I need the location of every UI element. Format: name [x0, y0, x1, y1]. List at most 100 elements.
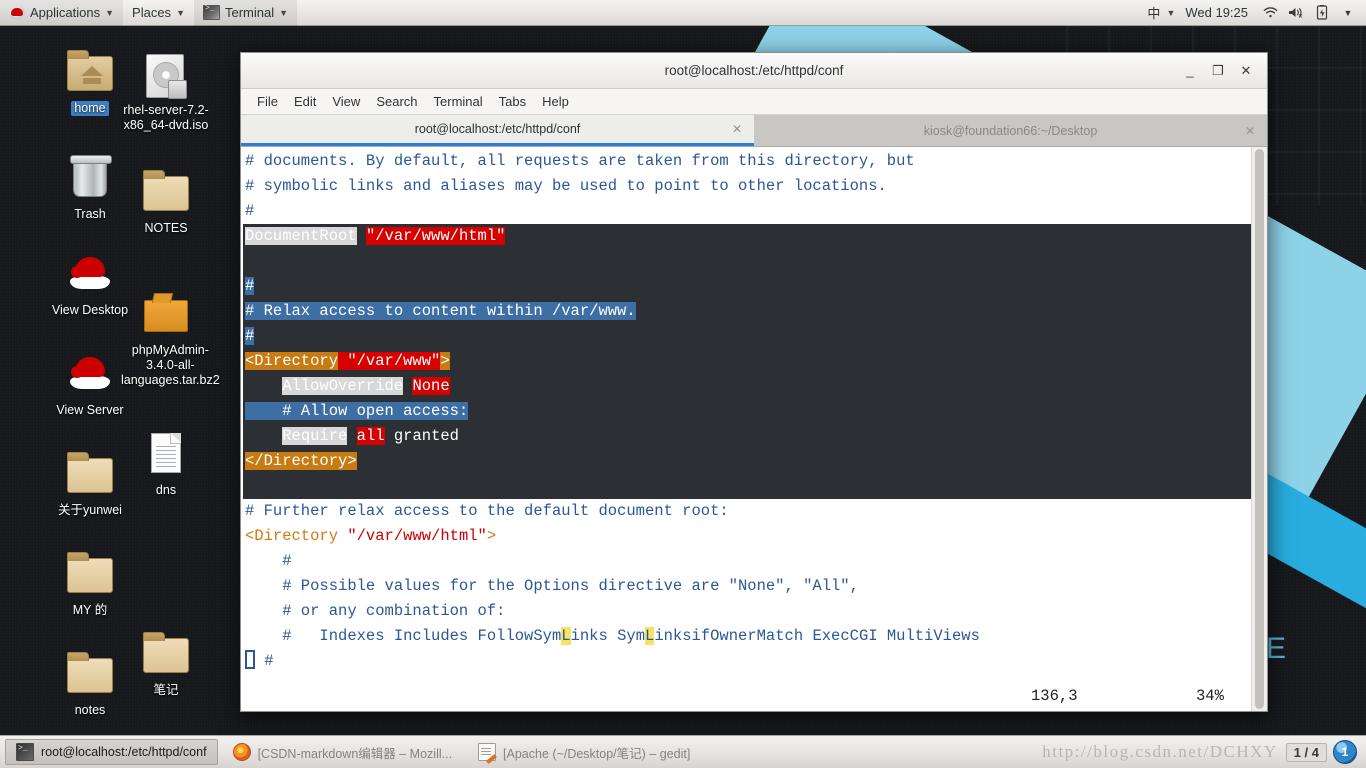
tab-root-httpd-conf[interactable]: root@localhost:/etc/httpd/conf ✕: [241, 115, 754, 146]
menu-terminal[interactable]: Terminal: [426, 89, 491, 115]
terminal-line: # Indexes Includes FollowSymLinks SymLin…: [243, 624, 1251, 649]
menu-edit[interactable]: Edit: [286, 89, 324, 115]
folder-icon: [136, 628, 196, 680]
taskbar-button-firefox[interactable]: [CSDN-markdown编辑器 – Mozill...: [222, 739, 463, 765]
applications-menu[interactable]: Applications ▼: [0, 0, 124, 26]
volume-muted-icon[interactable]: x: [1284, 0, 1308, 26]
terminal-scrollbar[interactable]: [1251, 147, 1267, 711]
menu-tabs[interactable]: Tabs: [491, 89, 534, 115]
desktop-icon-notes-folder[interactable]: NOTES: [118, 166, 214, 236]
terminal-line: #: [243, 274, 1251, 299]
chevron-down-icon: ▼: [105, 7, 115, 18]
desktop-icon-label: 笔记: [153, 683, 179, 697]
terminal-text-segment: [356, 227, 366, 245]
workspace-indicator-icon[interactable]: 1: [1333, 740, 1357, 764]
folder-icon: [60, 648, 120, 700]
watermark-text: http://blog.csdn.net/DCHXY: [1042, 742, 1278, 761]
terminal-text-segment: [245, 377, 283, 395]
chevron-down-icon: ▼: [279, 7, 289, 18]
terminal-text-segment: #: [245, 552, 292, 570]
desktop-icon-my-de[interactable]: MY 的: [42, 548, 138, 618]
text-cursor: [245, 650, 255, 669]
menu-file[interactable]: File: [249, 89, 286, 115]
minimize-button[interactable]: _: [1177, 58, 1203, 84]
terminal-text-segment: >: [440, 352, 450, 370]
input-method-indicator[interactable]: 中: [1139, 3, 1164, 22]
workspace-label[interactable]: 1 / 4: [1285, 742, 1327, 762]
terminal-text-area[interactable]: # documents. By default, all requests ar…: [241, 147, 1251, 711]
terminal-line: # Relax access to content within /var/ww…: [243, 299, 1251, 324]
places-menu[interactable]: Places ▼: [123, 0, 194, 26]
redhat-icon: [60, 348, 120, 400]
terminal-text-segment: # symbolic links and aliases may be used…: [245, 177, 887, 195]
terminal-line: AllowOverride None: [243, 374, 1251, 399]
terminal-line: # or any combination of:: [243, 599, 1251, 624]
chevron-down-icon: ▼: [176, 7, 185, 18]
tab-label: root@localhost:/etc/httpd/conf: [414, 122, 581, 136]
document-icon: [136, 428, 196, 480]
terminal-text-segment: "/var/www/html": [365, 227, 506, 245]
svg-text:x: x: [1299, 13, 1303, 19]
taskbar-button-terminal[interactable]: root@localhost:/etc/httpd/conf: [5, 739, 218, 765]
menu-view[interactable]: View: [324, 89, 368, 115]
terminal-line: # documents. By default, all requests ar…: [243, 149, 1251, 174]
terminal-line: # Further relax access to the default do…: [243, 499, 1251, 524]
close-button[interactable]: ✕: [1233, 58, 1259, 84]
terminal-titlebar[interactable]: root@localhost:/etc/httpd/conf _ ❐ ✕: [241, 53, 1267, 89]
folder-icon: [60, 448, 120, 500]
terminal-line: Require all granted: [243, 424, 1251, 449]
terminal-line: <Directory "/var/www/html">: [243, 524, 1251, 549]
terminal-text-segment: L: [645, 627, 655, 645]
terminal-text-segment: #: [245, 277, 255, 295]
desktop-icon-notes[interactable]: notes: [42, 648, 138, 718]
scroll-percent: 34%: [1196, 687, 1224, 705]
menu-help[interactable]: Help: [534, 89, 577, 115]
tab-kiosk-desktop[interactable]: kiosk@foundation66:~/Desktop ✕: [754, 115, 1267, 146]
terminal-line: DocumentRoot "/var/www/html": [243, 224, 1251, 249]
chevron-down-icon[interactable]: ▼: [1166, 8, 1175, 18]
cursor-position: 136,3: [1031, 687, 1078, 705]
active-app-menu[interactable]: Terminal ▼: [193, 0, 298, 26]
maximize-button[interactable]: ❐: [1205, 58, 1231, 84]
desktop-icon-label: notes: [74, 703, 106, 717]
terminal-icon: [202, 4, 220, 20]
system-menu-caret-icon[interactable]: ▼: [1336, 0, 1360, 26]
desktop-icon-label: View Server: [56, 403, 124, 417]
desktop-icon-view-server[interactable]: View Server: [42, 348, 138, 418]
battery-icon[interactable]: [1310, 0, 1334, 26]
terminal-text-segment: [347, 427, 357, 445]
terminal-text-segment: None: [412, 377, 450, 395]
terminal-text-segment: DocumentRoot: [245, 227, 357, 245]
menu-search[interactable]: Search: [368, 89, 425, 115]
workspace-switcher[interactable]: 1 / 4 1: [1285, 740, 1361, 764]
terminal-text-segment: [245, 427, 283, 445]
disc-image-icon: [136, 48, 196, 100]
desktop-icon-rhel-iso[interactable]: rhel-server-7.2-x86_64-dvd.iso: [118, 48, 214, 133]
terminal-body[interactable]: # documents. By default, all requests ar…: [241, 147, 1267, 711]
terminal-window[interactable]: root@localhost:/etc/httpd/conf _ ❐ ✕ Fil…: [240, 52, 1268, 712]
firefox-icon: [232, 743, 251, 761]
terminal-menubar: File Edit View Search Terminal Tabs Help: [241, 89, 1267, 115]
terminal-text-segment: # or any combination of:: [245, 602, 506, 620]
terminal-line: #: [243, 324, 1251, 349]
terminal-line: # symbolic links and aliases may be used…: [243, 174, 1251, 199]
terminal-text-segment: AllowOverride: [282, 377, 404, 395]
terminal-line: </Directory>: [243, 449, 1251, 474]
clock[interactable]: Wed 19:25: [1177, 5, 1256, 20]
trash-icon: [60, 152, 120, 204]
taskbar-button-label: [Apache (~/Desktop/笔记) – gedit]: [503, 746, 691, 761]
terminal-line: [243, 249, 1251, 274]
desktop-icon-label: dns: [155, 483, 177, 497]
tab-close-icon[interactable]: ✕: [1245, 124, 1255, 138]
scrollbar-thumb[interactable]: [1255, 149, 1264, 709]
terminal-text-segment: Require: [282, 427, 348, 445]
terminal-text-segment: #: [245, 202, 255, 220]
desktop-icon-dns[interactable]: dns: [118, 428, 214, 498]
tab-close-icon[interactable]: ✕: [732, 122, 742, 136]
wifi-icon[interactable]: [1258, 0, 1282, 26]
terminal-text-segment: # Indexes Includes FollowSym: [245, 627, 562, 645]
window-controls: _ ❐ ✕: [1177, 58, 1267, 84]
taskbar-button-gedit[interactable]: [Apache (~/Desktop/笔记) – gedit]: [467, 739, 701, 765]
desktop-icon-label: rhel-server-7.2-x86_64-dvd.iso: [123, 103, 209, 132]
